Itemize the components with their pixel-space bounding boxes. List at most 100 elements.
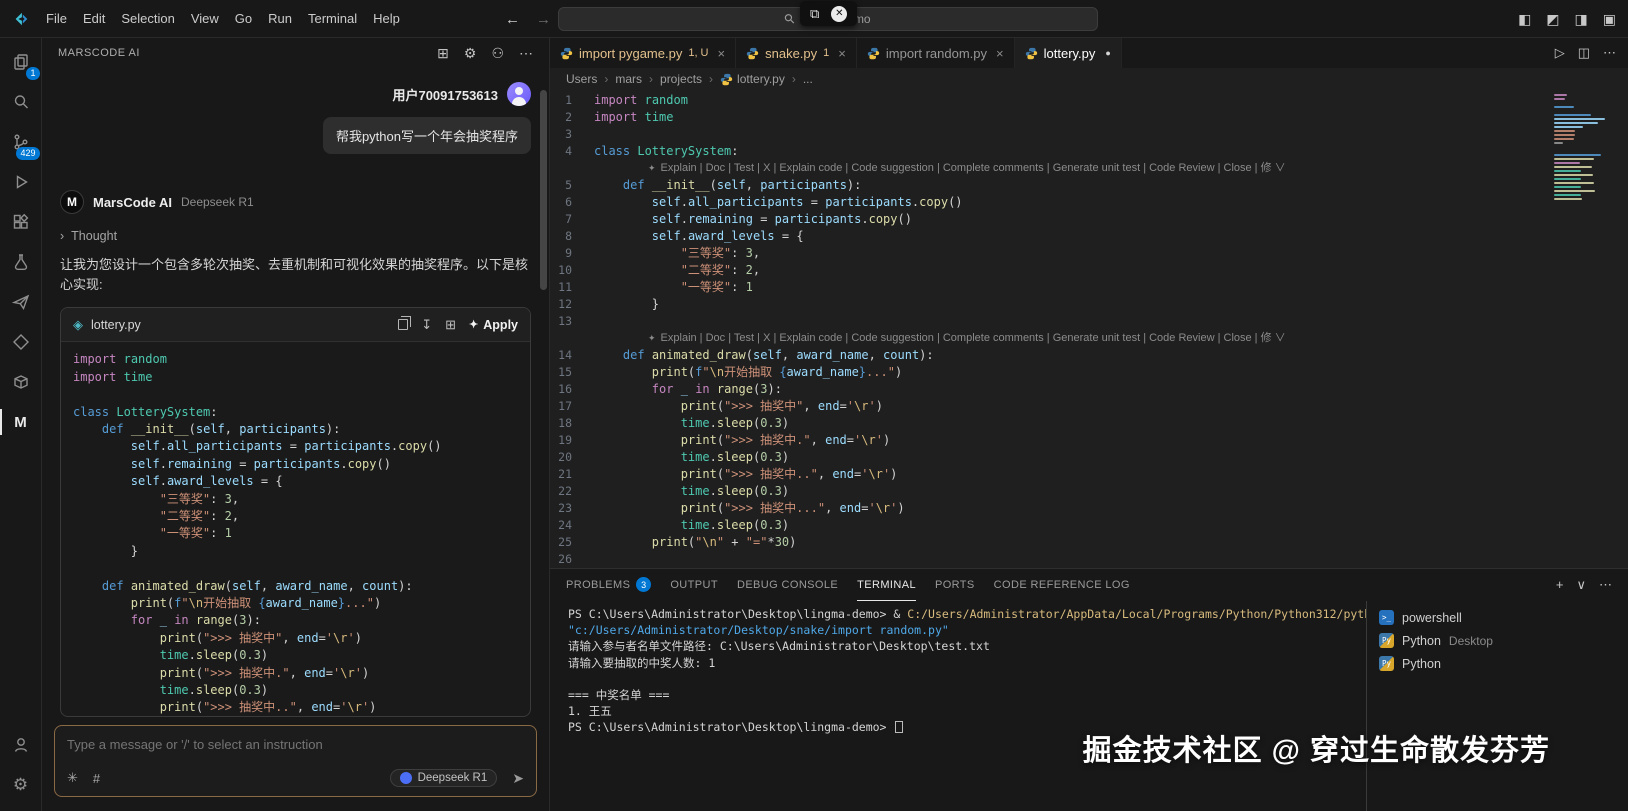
copy-icon[interactable] [398,319,408,330]
create-file-icon[interactable]: ⊞ [445,317,456,333]
profile-icon[interactable]: ⚇ [491,45,504,62]
chat-input[interactable] [67,737,524,752]
toggle-sidebar-icon[interactable]: ◧ [1518,11,1531,28]
toggle-panel-icon[interactable]: ◩ [1546,11,1559,28]
code-line: 14 def animated_draw(self, award_name, c… [550,347,1628,364]
thought-toggle[interactable]: › Thought [60,229,531,243]
chat-scrollbar[interactable] [540,90,547,290]
breadcrumb-item[interactable]: ... [803,72,813,86]
breadcrumb-item[interactable]: lottery.py [720,72,785,86]
screenshare-icon[interactable]: ⧉ [810,6,819,22]
breadcrumb: Users›mars›projects›lottery.py›... [550,68,1628,90]
tab-close-icon[interactable]: × [838,46,846,61]
editor-tab[interactable]: import random.py× [857,38,1015,68]
chat-code-card: ◈ lottery.py ↧ ⊞ ✦ Apply import rand [60,307,531,717]
menu-terminal[interactable]: Terminal [300,7,365,30]
terminal-list-item[interactable]: >_powershell [1367,606,1628,629]
apply-button[interactable]: ✦ Apply [469,318,518,332]
panel-tab-output[interactable]: OUTPUT [670,569,718,601]
minimap-line [1554,110,1612,112]
editor-tab[interactable]: import pygame.py1, U× [550,38,736,68]
terminal-list-item[interactable]: PyPythonDesktop [1367,629,1628,652]
tab-close-icon[interactable]: × [718,46,726,61]
line-number: 10 [550,262,594,279]
menu-go[interactable]: Go [227,7,260,30]
panel-tab-code-reference-log[interactable]: CODE REFERENCE LOG [994,569,1130,601]
toggle-secondary-sidebar-icon[interactable]: ◨ [1575,11,1588,28]
terminal-list-item[interactable]: PyPython [1367,652,1628,675]
send-icon[interactable]: ➤ [512,770,524,787]
breadcrumb-item[interactable]: projects [660,72,702,86]
sidebar-item-run-debug[interactable] [0,162,42,202]
new-chat-icon[interactable]: ⊞ [437,45,449,62]
sidebar-item-marscode[interactable]: M [0,402,42,442]
sidebar-item-explorer[interactable]: 1 [0,42,42,82]
split-editor-icon[interactable]: ◫ [1578,45,1590,61]
settings-button[interactable]: ⚙ [0,765,42,805]
sidebar-item-docker[interactable] [0,362,42,402]
sidebar-item-extensions[interactable] [0,202,42,242]
sidebar-item-lingma[interactable] [0,282,42,322]
menu-help[interactable]: Help [365,7,408,30]
tab-close-icon[interactable]: × [996,46,1004,61]
minimap[interactable] [1554,94,1612,204]
menu-edit[interactable]: Edit [75,7,113,30]
panel-tab-debug-console[interactable]: DEBUG CONSOLE [737,569,838,601]
editor-actions: ▷ ◫ ⋯ [1543,38,1628,68]
panel-tab-ports[interactable]: PORTS [935,569,975,601]
sidebar-item-gitlens[interactable] [0,322,42,362]
tab-dirty-indicator[interactable]: ● [1105,48,1110,58]
menu-selection[interactable]: Selection [113,7,182,30]
insert-code-icon[interactable]: ↧ [421,317,432,333]
editor-tab[interactable]: snake.py1× [736,38,857,68]
line-number: 12 [550,296,594,313]
sidebar-item-source-control[interactable]: 429 [0,122,42,162]
panel-tab-problems[interactable]: PROBLEMS3 [566,569,651,601]
panel-more-icon[interactable]: ⋯ [1599,577,1612,593]
new-terminal-icon[interactable]: + [1556,577,1564,593]
menu-view[interactable]: View [183,7,227,30]
menu-file[interactable]: File [38,7,75,30]
more-icon[interactable]: ⋯ [519,45,533,62]
minimap-line [1554,114,1591,116]
sidebar-item-search[interactable] [0,82,42,122]
codelens[interactable]: ✦Explain | Doc | Test | X | Explain code… [550,160,1628,177]
overlay-close-button[interactable]: ✕ [831,6,847,22]
terminal-dropdown-icon[interactable]: ∨ [1576,577,1586,593]
titlebar-layout-controls: ◧ ◩ ◨ ▣ [1518,0,1616,38]
code-card-actions: ↧ ⊞ ✦ Apply [398,317,518,333]
codelens-actions[interactable]: Explain | Doc | Test | X | Explain code … [661,160,1286,177]
chat-code-line: } [73,543,518,560]
codelens-actions[interactable]: Explain | Doc | Test | X | Explain code … [661,330,1286,347]
sparkle-icon: ✦ [469,318,478,331]
sidebar-item-testing[interactable] [0,242,42,282]
minimap-line [1554,186,1581,188]
more-actions-icon[interactable]: ⋯ [1603,45,1616,61]
terminal[interactable]: PS C:\Users\Administrator\Desktop\lingma… [550,601,1366,811]
context-hash-icon[interactable]: # [93,771,100,786]
code-line: 8 self.award_levels = { [550,228,1628,245]
breadcrumb-item[interactable]: Users [566,72,597,86]
panel-tab-terminal[interactable]: TERMINAL [857,569,916,601]
run-file-icon[interactable]: ▷ [1555,45,1565,61]
breadcrumb-item[interactable]: mars [615,72,642,86]
line-number: 2 [550,109,594,126]
editor-tab[interactable]: lottery.py● [1015,38,1122,68]
code-editor[interactable]: 1import random2import time34class Lotter… [550,90,1628,568]
skills-icon[interactable]: ✳ [67,770,78,786]
nav-forward-icon[interactable]: → [536,11,551,28]
chat-code-line [73,386,518,403]
code-line: 23 print(">>> 抽奖中...", end='\r') [550,500,1628,517]
nav-back-icon[interactable]: ← [505,11,520,28]
account-button[interactable] [0,725,42,765]
menu-run[interactable]: Run [260,7,300,30]
flask-icon [11,252,31,272]
settings-icon[interactable]: ⚙ [464,45,477,62]
line-number: 18 [550,415,594,432]
line-number: 7 [550,211,594,228]
menubar: FileEditSelectionViewGoRunTerminalHelp [38,7,408,30]
codelens[interactable]: ✦Explain | Doc | Test | X | Explain code… [550,330,1628,347]
customize-layout-icon[interactable]: ▣ [1603,11,1616,28]
model-selector[interactable]: Deepseek R1 [390,769,498,787]
minimap-line [1554,138,1574,140]
